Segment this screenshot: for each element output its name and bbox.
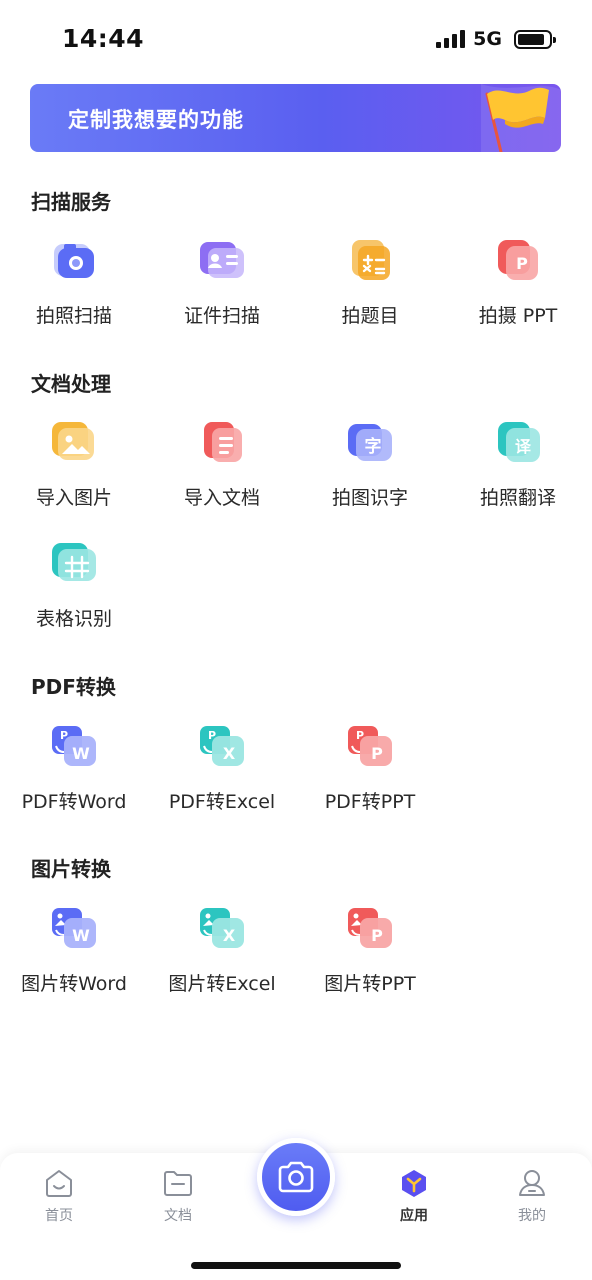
tool-pdf-to-ppt[interactable]: P P PDF转PPT xyxy=(296,724,444,834)
svg-text:W: W xyxy=(72,744,90,763)
calculator-icon xyxy=(352,240,390,280)
nav-item-apps[interactable]: 应用 xyxy=(374,1167,454,1227)
network-type: 5G xyxy=(473,28,502,50)
tool-shoot-ppt[interactable]: P 拍摄 PPT xyxy=(444,238,592,348)
nav-label: 文档 xyxy=(164,1208,192,1224)
tool-image-to-word[interactable]: W 图片转Word xyxy=(0,906,148,1016)
camera-scan-icon xyxy=(54,244,94,278)
section-title-document: 文档处理 xyxy=(31,372,111,396)
image-to-word-icon: W xyxy=(52,908,96,948)
tool-label: 导入图片 xyxy=(35,487,112,509)
svg-text:字: 字 xyxy=(365,436,382,457)
tool-label: 导入文档 xyxy=(183,487,260,509)
home-icon xyxy=(46,1170,72,1197)
tool-table-recognition[interactable]: 表格识别 xyxy=(0,541,148,651)
tool-label: 图片转Word xyxy=(21,973,127,995)
nav-label: 我的 xyxy=(518,1208,546,1224)
image-to-excel-icon: X xyxy=(200,908,244,948)
status-bar: 14:44 5G xyxy=(0,0,592,78)
tool-label: 图片转PPT xyxy=(324,973,416,995)
translate-icon: 译 xyxy=(498,422,540,462)
text-recognition-icon: 字 xyxy=(348,424,392,461)
section-title-pdf: PDF转换 xyxy=(31,675,116,699)
section-title-scan: 扫描服务 xyxy=(31,190,111,214)
svg-text:P: P xyxy=(371,744,383,763)
tool-id-scan[interactable]: 证件扫描 xyxy=(148,238,296,348)
tool-import-image[interactable]: 导入图片 xyxy=(0,420,148,530)
nav-item-home[interactable]: 首页 xyxy=(19,1167,99,1227)
svg-text:P: P xyxy=(371,926,383,945)
pdf-to-word-icon: P W xyxy=(52,726,96,766)
id-card-icon xyxy=(200,242,244,278)
nav-item-profile[interactable]: 我的 xyxy=(492,1167,572,1227)
tool-label: PDF转Word xyxy=(21,791,127,813)
tool-image-to-excel[interactable]: X 图片转Excel xyxy=(148,906,296,1016)
tool-image-to-ppt[interactable]: P 图片转PPT xyxy=(296,906,444,1016)
tool-import-document[interactable]: 导入文档 xyxy=(148,420,296,530)
tool-label: 拍照翻译 xyxy=(479,487,556,509)
tool-label: PDF转Excel xyxy=(168,791,276,813)
tool-label: 拍摄 PPT xyxy=(478,305,558,327)
svg-text:译: 译 xyxy=(515,437,532,456)
banner-title: 定制我想要的功能 xyxy=(68,108,244,132)
battery-icon xyxy=(514,29,556,49)
tool-label: 表格识别 xyxy=(35,608,112,630)
document-import-icon xyxy=(204,422,242,462)
tool-label: 证件扫描 xyxy=(183,305,260,327)
svg-text:P: P xyxy=(516,254,528,273)
section-title-image: 图片转换 xyxy=(31,857,111,881)
tool-text-recognition[interactable]: 字 拍图识字 xyxy=(296,420,444,530)
svg-text:X: X xyxy=(223,926,236,945)
home-indicator xyxy=(191,1262,401,1269)
tool-label: PDF转PPT xyxy=(324,791,416,813)
folder-icon xyxy=(164,1171,192,1196)
table-recognition-icon xyxy=(52,543,96,581)
tool-label: 图片转Excel xyxy=(168,973,276,995)
tool-photo-scan[interactable]: 拍照扫描 xyxy=(0,238,148,348)
image-to-ppt-icon: P xyxy=(348,908,392,948)
nav-label: 首页 xyxy=(45,1208,73,1224)
tool-label: 拍图识字 xyxy=(331,487,408,509)
tool-label: 拍题目 xyxy=(341,305,399,327)
camera-button[interactable] xyxy=(257,1138,335,1216)
customize-banner[interactable]: 定制我想要的功能 xyxy=(30,84,561,152)
nav-item-documents[interactable]: 文档 xyxy=(138,1167,218,1227)
pdf-to-ppt-icon: P P xyxy=(348,726,392,766)
ppt-icon: P xyxy=(498,240,538,280)
tool-photo-question[interactable]: 拍题目 xyxy=(296,238,444,348)
tool-label: 拍照扫描 xyxy=(35,305,112,327)
nav-label: 应用 xyxy=(400,1208,428,1224)
profile-icon xyxy=(519,1170,545,1196)
status-time: 14:44 xyxy=(62,24,145,53)
pdf-to-excel-icon: P X xyxy=(200,726,244,766)
tool-pdf-to-word[interactable]: P W PDF转Word xyxy=(0,724,148,834)
camera-icon xyxy=(278,1161,314,1193)
flag-icon xyxy=(481,84,561,152)
svg-text:X: X xyxy=(223,744,236,763)
tool-pdf-to-excel[interactable]: P X PDF转Excel xyxy=(148,724,296,834)
svg-text:W: W xyxy=(72,926,90,945)
signal-icon xyxy=(436,30,466,48)
tool-photo-translate[interactable]: 译 拍照翻译 xyxy=(444,420,592,530)
image-import-icon xyxy=(52,422,94,460)
apps-icon xyxy=(402,1170,426,1197)
status-indicators: 5G xyxy=(436,28,556,50)
